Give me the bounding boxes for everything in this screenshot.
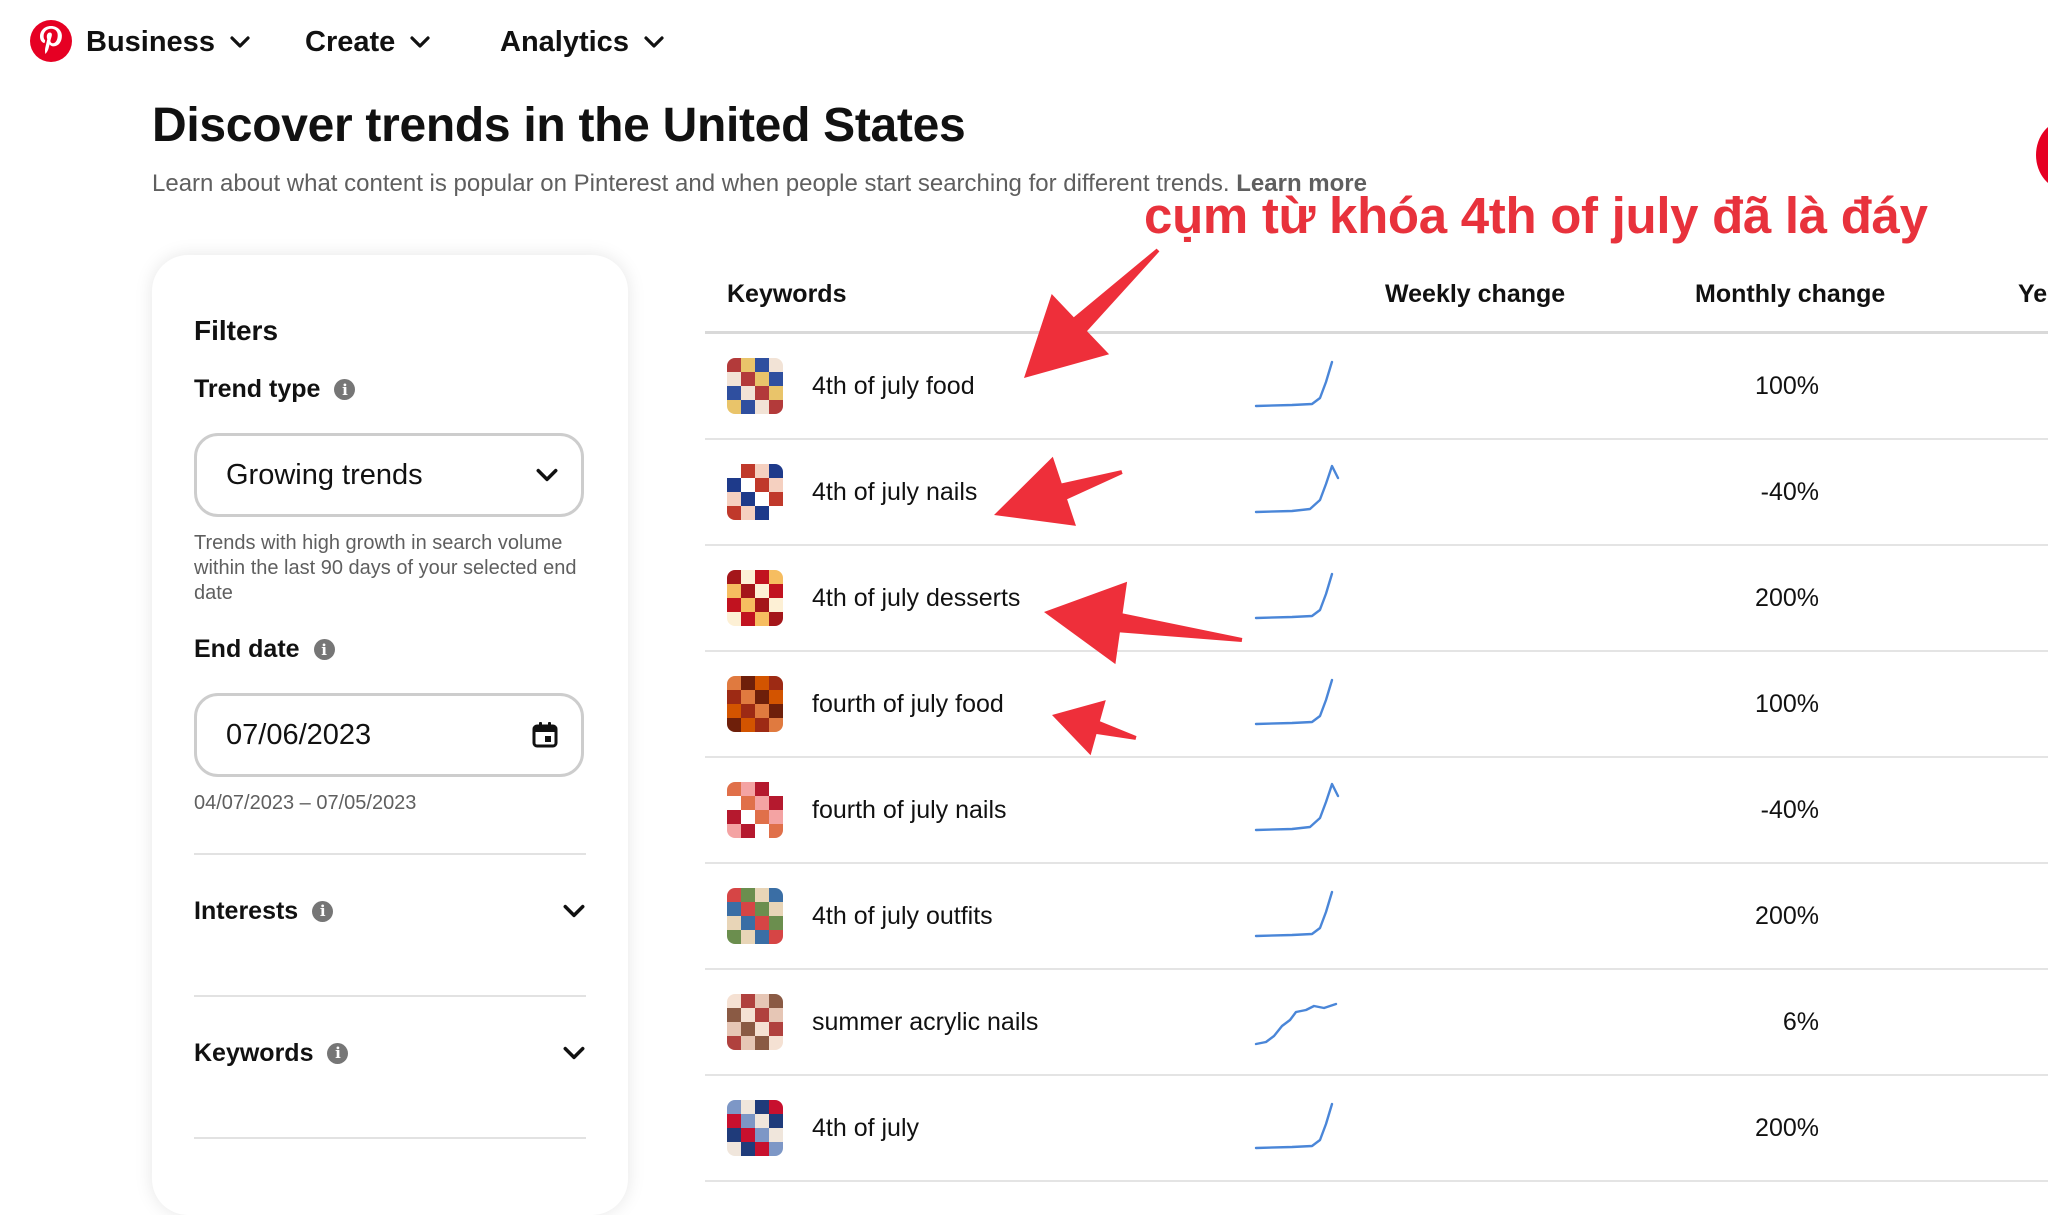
trend-type-select[interactable]: Growing trends <box>194 433 584 517</box>
nav-business-label: Business <box>86 25 215 58</box>
table-row[interactable]: summer acrylic nails 6% 40% <box>705 970 2048 1076</box>
header-keywords[interactable]: Keywords <box>727 280 846 309</box>
keyword-thumbnail <box>727 464 783 520</box>
keywords-label: Keywords i <box>194 1038 349 1068</box>
keyword-thumbnail <box>727 358 783 414</box>
keyword-text[interactable]: 4th of july nails <box>812 478 977 507</box>
chevron-down-icon <box>410 36 430 48</box>
keyword-thumbnail <box>727 782 783 838</box>
trend-type-value: Growing trends <box>226 458 423 491</box>
subtitle-text: Learn about what content is popular on P… <box>152 170 1230 197</box>
trends-table: Keywords Weekly change Monthly change Ye… <box>705 268 2048 1182</box>
header-yearly-change[interactable]: Yea <box>2018 280 2048 309</box>
table-body: 4th of july food 100% 2,000% 4th of july… <box>705 334 2048 1182</box>
keyword-text[interactable]: fourth of july food <box>812 690 1004 719</box>
table-row[interactable]: fourth of july food 100% 1,500% <box>705 652 2048 758</box>
chevron-down-icon <box>536 468 558 482</box>
trend-sparkline <box>1254 1102 1334 1150</box>
info-icon[interactable]: i <box>313 639 335 660</box>
interests-label: Interests i <box>194 896 334 926</box>
keyword-text[interactable]: 4th of july <box>812 1114 919 1143</box>
trend-sparkline <box>1254 360 1334 408</box>
end-date-value: 07/06/2023 <box>226 718 372 751</box>
header-monthly-change[interactable]: Monthly change <box>1695 280 1885 309</box>
page-title: Discover trends in the United States <box>152 99 966 152</box>
table-row[interactable]: 4th of july nails -40% 1,500% <box>705 440 2048 546</box>
annotation-text: cụm từ khóa 4th of july đã là đáy <box>1144 187 1928 244</box>
date-range-text: 04/07/2023 – 07/05/2023 <box>194 792 417 814</box>
table-row[interactable]: 4th of july desserts 200% 2,500% <box>705 546 2048 652</box>
interests-label-text: Interests <box>194 896 299 925</box>
trend-sparkline <box>1254 782 1340 832</box>
interests-section[interactable]: Interests i <box>194 891 586 931</box>
nav-analytics[interactable]: Analytics <box>500 22 665 62</box>
nav-business[interactable]: Business <box>86 22 251 62</box>
end-date-input[interactable]: 07/06/2023 <box>194 693 584 777</box>
header-weekly-change[interactable]: Weekly change <box>1385 280 1565 309</box>
keyword-text[interactable]: 4th of july food <box>812 372 975 401</box>
nav-create-label: Create <box>305 25 396 58</box>
keyword-thumbnail <box>727 888 783 944</box>
end-date-label-text: End date <box>194 635 300 663</box>
profile-avatar-edge[interactable] <box>2036 120 2048 190</box>
keyword-text[interactable]: 4th of july outfits <box>812 902 993 931</box>
filters-panel: Filters Trend type i Growing trends Tren… <box>152 255 628 1215</box>
end-date-label: End date i <box>194 635 335 664</box>
keyword-thumbnail <box>727 676 783 732</box>
trend-sparkline <box>1254 890 1334 938</box>
trend-sparkline <box>1254 464 1340 514</box>
trend-type-label: Trend type i <box>194 375 356 404</box>
table-row[interactable]: 4th of july food 100% 2,000% <box>705 334 2048 440</box>
top-nav: Business Create Analytics <box>0 0 2048 84</box>
chevron-down-icon <box>644 36 664 48</box>
info-icon[interactable]: i <box>327 1042 349 1064</box>
keyword-text[interactable]: fourth of july nails <box>812 796 1007 825</box>
keyword-text[interactable]: summer acrylic nails <box>812 1008 1038 1037</box>
chevron-down-icon[interactable] <box>562 1041 586 1065</box>
keyword-text[interactable]: 4th of july desserts <box>812 584 1020 613</box>
keyword-thumbnail <box>727 570 783 626</box>
keywords-section[interactable]: Keywords i <box>194 1033 586 1073</box>
nav-analytics-label: Analytics <box>500 25 629 58</box>
trend-sparkline <box>1254 572 1334 620</box>
chevron-down-icon <box>230 36 250 48</box>
divider <box>194 995 586 997</box>
pinterest-logo-icon[interactable] <box>30 20 72 62</box>
filters-title: Filters <box>194 315 279 346</box>
trend-sparkline <box>1254 678 1334 726</box>
nav-create[interactable]: Create <box>305 22 431 62</box>
table-header: Keywords Weekly change Monthly change Ye… <box>705 268 2048 334</box>
info-icon[interactable]: i <box>312 900 334 922</box>
keyword-thumbnail <box>727 1100 783 1156</box>
info-icon[interactable]: i <box>334 379 356 400</box>
divider <box>194 853 586 855</box>
divider <box>194 1137 586 1139</box>
keywords-label-text: Keywords <box>194 1038 314 1067</box>
keyword-thumbnail <box>727 994 783 1050</box>
table-row[interactable]: 4th of july 200% 800% <box>705 1076 2048 1182</box>
trend-sparkline <box>1254 1002 1338 1046</box>
chevron-down-icon[interactable] <box>562 899 586 923</box>
trend-type-help: Trends with high growth in search volume… <box>194 532 577 604</box>
trend-type-label-text: Trend type <box>194 375 321 403</box>
table-row[interactable]: fourth of july nails -40% 1,500% <box>705 758 2048 864</box>
calendar-icon[interactable] <box>531 721 559 749</box>
table-row[interactable]: 4th of july outfits 200% 1,000% <box>705 864 2048 970</box>
